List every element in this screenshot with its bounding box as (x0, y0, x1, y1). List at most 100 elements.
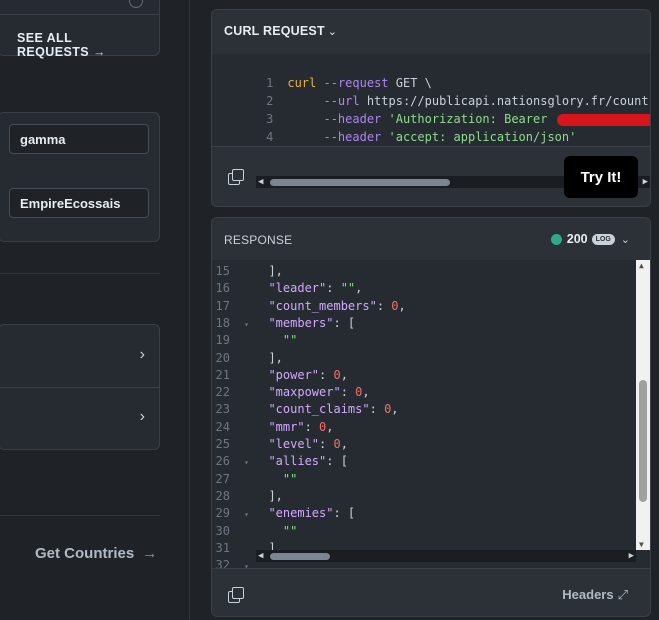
server-param-input[interactable]: gamma (9, 124, 149, 154)
code-line: 3 --header 'Authorization: Bearer (212, 92, 650, 126)
code-text: , (398, 298, 406, 313)
code-number: 0 (333, 437, 341, 451)
response-panel: RESPONSE 200 LOG ⌄ 15 ], 16 "leader": "",… (211, 217, 651, 617)
code-line: 26 ▾ "allies": [ (212, 452, 650, 470)
code-line: 19 "" (212, 331, 650, 349)
arrow-right-icon: → (142, 545, 158, 562)
curl-request-panel: CURL REQUEST ⌄ 1 curl --request GET \ 2 --… (211, 9, 651, 207)
code-line: 1 curl --request GET \ (212, 56, 650, 90)
country-param-input[interactable]: EmpireEcossais (9, 188, 149, 218)
expand-icon: ⤢ (617, 587, 628, 602)
code-line: 25 "level": 0, (212, 435, 650, 453)
line-number: 20 (215, 350, 230, 365)
code-key: "mmr" (268, 419, 305, 434)
code-text: : [ (333, 506, 356, 521)
code-line: 22 "maxpower": 0, (212, 383, 650, 401)
code-text: : [ (333, 315, 356, 330)
code-key: "maxpower" (268, 385, 341, 400)
copy-icon[interactable] (228, 169, 244, 185)
code-line: 30 "" (212, 522, 650, 540)
code-line: 23 "count_claims": 0, (212, 400, 650, 418)
code-line: 18 ▾ "members": [ (212, 314, 650, 332)
line-number: 19 (215, 333, 230, 348)
line-number: 26 (215, 454, 230, 469)
code-text: , (340, 437, 348, 451)
code-key: "leader" (268, 281, 327, 296)
code-line: 17 "count_members": 0, (212, 297, 650, 315)
scroll-up-icon[interactable]: ▲ (639, 261, 644, 270)
line-number: 30 (215, 523, 230, 538)
chevron-down-icon: ⌄ (620, 233, 630, 246)
code-line: 24 "mmr": 0, (212, 418, 650, 436)
horizontal-scrollbar[interactable]: ◀ ▶ (256, 550, 636, 562)
code-key: "power" (268, 367, 320, 382)
code-string: "" (340, 281, 356, 296)
chevron-right-icon[interactable]: › (140, 346, 145, 364)
scroll-left-icon[interactable]: ◀ (258, 551, 263, 561)
response-code-block[interactable]: 15 ], 16 "leader": "", 17 "count_members":… (212, 260, 650, 568)
headers-label: Headers (562, 587, 614, 602)
section-divider (0, 515, 160, 516)
line-number: 21 (215, 367, 230, 382)
code-key: "members" (268, 315, 334, 330)
line-number: 4 (266, 130, 274, 144)
code-key: "count_members" (268, 298, 377, 313)
code-number: 0 (391, 298, 399, 313)
code-line: 16 "leader": "", (212, 279, 650, 297)
next-page-link[interactable]: Get Countries → (35, 545, 157, 562)
line-number: 18 (215, 315, 230, 330)
line-number: 22 (215, 385, 230, 400)
line-number: 31 (215, 540, 230, 555)
request-code-block[interactable]: 1 curl --request GET \ 2 --url https://pu… (212, 54, 650, 188)
request-language-dropdown[interactable]: CURL REQUEST ⌄ (224, 24, 337, 38)
code-text: ], (254, 488, 283, 503)
code-text: ], (254, 264, 283, 278)
chevron-down-icon: ⌄ (327, 26, 338, 38)
code-line: 2 --url https://publicapi.nationsglory.f… (212, 74, 650, 108)
code-text: , (391, 402, 399, 417)
divider (0, 387, 159, 388)
code-text: : (304, 419, 320, 434)
code-text: : (376, 298, 392, 313)
line-number: 29 (215, 506, 230, 521)
code-text: : (326, 281, 341, 296)
params-card: gamma EmpireEcossais (0, 112, 160, 242)
request-title: CURL REQUEST (224, 24, 325, 38)
scroll-right-icon[interactable]: ▶ (629, 551, 634, 561)
code-text: : (319, 367, 334, 382)
code-key: "enemies" (268, 506, 334, 521)
code-text: , (326, 419, 334, 434)
line-number: 24 (215, 419, 230, 434)
try-it-button[interactable]: Try It! (564, 156, 638, 198)
divider (0, 14, 159, 15)
code-string: "" (282, 333, 298, 348)
scrollbar-thumb[interactable] (270, 553, 330, 560)
code-text: ], (254, 350, 283, 365)
copy-icon[interactable] (228, 587, 244, 603)
code-string: 'accept: application/json' (381, 130, 577, 144)
line-number: 17 (215, 298, 230, 313)
code-key: "allies" (268, 454, 327, 469)
code-option: --header (323, 130, 382, 144)
status-selector[interactable]: 200 LOG ⌄ (550, 232, 630, 246)
code-line: 27 "" (212, 470, 650, 488)
scroll-down-icon[interactable]: ▼ (639, 540, 644, 549)
vertical-scrollbar[interactable]: ▲ ▼ (636, 260, 650, 550)
code-string: "" (282, 471, 298, 486)
code-text: , (362, 385, 370, 400)
line-number: 25 (215, 437, 230, 451)
fold-toggle-icon[interactable]: ▾ (244, 558, 254, 568)
status-code: 200 (566, 232, 588, 246)
see-all-requests-link[interactable]: SEE ALL REQUESTS → (17, 31, 159, 59)
code-text: : (340, 385, 356, 400)
see-all-requests-label: SEE ALL REQUESTS (17, 31, 89, 59)
code-line: 29 ▾ "enemies": [ (212, 504, 650, 522)
chevron-right-icon[interactable]: › (140, 408, 145, 426)
response-title: RESPONSE (224, 233, 293, 247)
code-text: , (340, 367, 348, 382)
headers-link[interactable]: Headers ⤢ (562, 587, 628, 603)
scrollbar-thumb[interactable] (639, 380, 647, 502)
collapsible-sections-card: › › (0, 324, 160, 450)
info-icon[interactable] (129, 0, 143, 8)
code-line: 21 "power": 0, (212, 366, 650, 384)
